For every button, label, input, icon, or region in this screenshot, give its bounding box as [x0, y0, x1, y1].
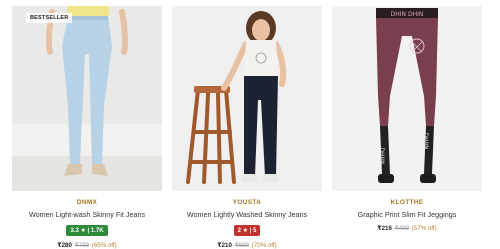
rating-badge: 2 ★ | 5	[233, 225, 261, 236]
brand-name: KLOTTHE	[390, 199, 424, 206]
mrp: ₹499	[394, 225, 409, 232]
price-row: ₹216 ₹499 (57% off)	[332, 225, 482, 232]
product-image[interactable]: DHIN DHIN DHIIN DHIIN	[332, 6, 482, 191]
product-card-1[interactable]: BESTSELLER DNMX Women Light-wash Skinny …	[12, 6, 162, 249]
discount: (57% off)	[411, 225, 437, 232]
product-title[interactable]: Graphic Print Slim Fit Jeggings	[332, 210, 482, 219]
price: ₹210	[217, 242, 232, 249]
discount: (70% off)	[251, 242, 277, 249]
price-row: ₹210 ₹699 (70% off)	[172, 242, 322, 249]
leg-left-print-text: DHIIN	[378, 147, 385, 164]
bestseller-badge: BESTSELLER	[26, 13, 73, 23]
brand-name: DNMX	[76, 199, 98, 206]
price-row: ₹280 ₹799 (65% off)	[12, 242, 162, 249]
price: ₹280	[57, 242, 72, 249]
product-grid: BESTSELLER DNMX Women Light-wash Skinny …	[0, 0, 500, 249]
leg-right-print-text: DHIIN	[422, 132, 429, 149]
product-image[interactable]	[172, 6, 322, 191]
product-title[interactable]: Women Lightly Washed Skinny Jeans	[172, 210, 322, 219]
waistband-print-text: DHIN DHIN	[391, 11, 424, 18]
mrp: ₹799	[74, 242, 89, 249]
product-card-3[interactable]: DHIN DHIN DHIIN DHIIN KLOTTHE Graphic Pr…	[332, 6, 482, 241]
price: ₹216	[377, 225, 392, 232]
discount: (65% off)	[91, 242, 117, 249]
rating-badge: 3.3 ★ | 1.7K	[66, 225, 108, 236]
product-title[interactable]: Women Light-wash Skinny Fit Jeans	[12, 210, 162, 219]
product-card-2[interactable]: YOUSTA Women Lightly Washed Skinny Jeans…	[172, 6, 322, 249]
brand-name: YOUSTA	[232, 199, 262, 206]
product-image[interactable]: BESTSELLER	[12, 6, 162, 191]
mrp: ₹699	[234, 242, 249, 249]
